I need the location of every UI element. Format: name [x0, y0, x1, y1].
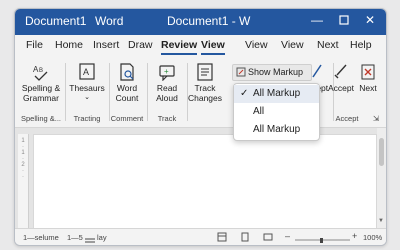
tab-help[interactable]: Help: [350, 39, 372, 51]
tab-draw[interactable]: Draw: [128, 39, 153, 51]
close-icon[interactable]: ✕: [365, 13, 375, 27]
group-label-spelling: Spelling &...: [20, 114, 62, 123]
accept-icon: [334, 64, 347, 79]
spelling-icon: A B: [33, 65, 48, 81]
option-label: All: [253, 106, 265, 117]
group-label-track: Track: [157, 114, 177, 123]
next-button[interactable]: Next: [355, 63, 381, 93]
status-words: 1—5: [67, 233, 83, 242]
svg-text:A: A: [83, 67, 89, 77]
svg-text:+: +: [164, 67, 169, 76]
status-page: 1—selume: [23, 233, 59, 242]
tab-view-active[interactable]: View: [201, 39, 225, 55]
word-count-button[interactable]: Word Count: [109, 63, 145, 103]
accept-label: Accept: [328, 83, 354, 93]
word-count-icon: [120, 63, 134, 81]
accept-button[interactable]: Accept: [326, 63, 356, 93]
print-layout-icon[interactable]: [240, 232, 250, 244]
show-markup-label: Show Markup: [248, 67, 304, 77]
zoom-slider[interactable]: [295, 236, 350, 245]
spelling-grammar-button[interactable]: A B Spelling & Grammar: [21, 63, 61, 103]
document-title: Document1: [25, 14, 87, 28]
thesaurus-label: Thesaurs: [69, 83, 105, 93]
ribbon-tabs: File Home Insert Draw Review View View V…: [15, 35, 386, 57]
zoom-in-icon[interactable]: +: [352, 231, 357, 241]
zoom-out-icon[interactable]: –: [285, 231, 290, 241]
group-label-comment: Comment: [110, 114, 144, 123]
web-layout-icon[interactable]: [263, 232, 273, 244]
next-label: Next: [359, 83, 377, 93]
svg-text:B: B: [39, 68, 43, 74]
show-markup-button[interactable]: Show Markup: [232, 64, 312, 81]
tab-insert[interactable]: Insert: [93, 39, 119, 51]
thesaurus-icon: A: [79, 63, 95, 80]
checkmark-icon: ✓: [240, 88, 249, 99]
chevron-down-icon: ⌄: [84, 94, 90, 101]
track-changes-button[interactable]: Track Changes: [187, 63, 223, 103]
read-mode-icon[interactable]: [217, 232, 227, 244]
separator: [65, 63, 66, 121]
ribbon: A B Spelling & Grammar A Thesaurs ⌄ Word…: [15, 57, 386, 128]
status-bar: 1—selume 1—5 lay – + 100%: [15, 228, 386, 245]
document-page[interactable]: [33, 134, 377, 230]
option-label: All Markup: [253, 88, 301, 99]
tab-view-2[interactable]: View: [281, 39, 304, 51]
tab-next[interactable]: Next: [317, 39, 339, 51]
markup-option-all[interactable]: All: [234, 103, 319, 121]
spelling-label: Spelling & Grammar: [21, 83, 61, 103]
status-layout: lay: [97, 233, 107, 242]
vertical-ruler: 1 · 1 · 2 · ·: [18, 134, 29, 228]
group-label-tracting: Tracting: [73, 114, 101, 123]
equals-icon: [85, 236, 95, 245]
track-changes-label: Track Changes: [187, 83, 223, 103]
zoom-level: 100%: [363, 233, 383, 242]
markup-icon: [236, 67, 246, 77]
next-icon: [361, 64, 375, 80]
app-name: Word: [95, 14, 124, 28]
separator: [147, 63, 148, 121]
markup-dropdown: ✓ All Markup All All Markup: [233, 83, 320, 141]
word-window: Document1 Word Document1 - W — ✕ File Ho…: [14, 8, 387, 246]
thesaurus-button[interactable]: A Thesaurs ⌄: [67, 63, 107, 103]
scrollbar-thumb[interactable]: [379, 138, 384, 166]
group-label-accept: Accept: [335, 114, 359, 123]
vertical-scrollbar[interactable]: ▼: [377, 128, 386, 228]
markup-option-all-markup[interactable]: ✓ All Markup: [234, 85, 319, 103]
tab-home[interactable]: Home: [55, 39, 83, 51]
scroll-down-icon[interactable]: ▼: [378, 218, 384, 224]
tab-file[interactable]: File: [26, 39, 43, 51]
tab-review[interactable]: Review: [161, 39, 198, 55]
track-changes-icon: [197, 63, 213, 81]
window-title: Document1 - W: [167, 14, 251, 28]
read-aloud-button[interactable]: + Read Aloud: [149, 63, 185, 103]
title-bar: Document1 Word Document1 - W — ✕: [15, 9, 386, 35]
markup-option-all-markup-2[interactable]: All Markup: [234, 121, 319, 139]
group-expand-icon[interactable]: ⇲: [371, 114, 381, 123]
word-count-label: Word Count: [115, 83, 139, 103]
maximize-icon[interactable]: [339, 13, 349, 28]
tab-view[interactable]: View: [245, 39, 268, 51]
option-label: All Markup: [253, 124, 301, 135]
read-aloud-label: Read Aloud: [156, 83, 178, 103]
read-aloud-icon: +: [159, 65, 175, 81]
document-area: 1 · 1 · 2 · · ▼: [15, 128, 386, 230]
minimize-icon[interactable]: —: [311, 13, 323, 27]
